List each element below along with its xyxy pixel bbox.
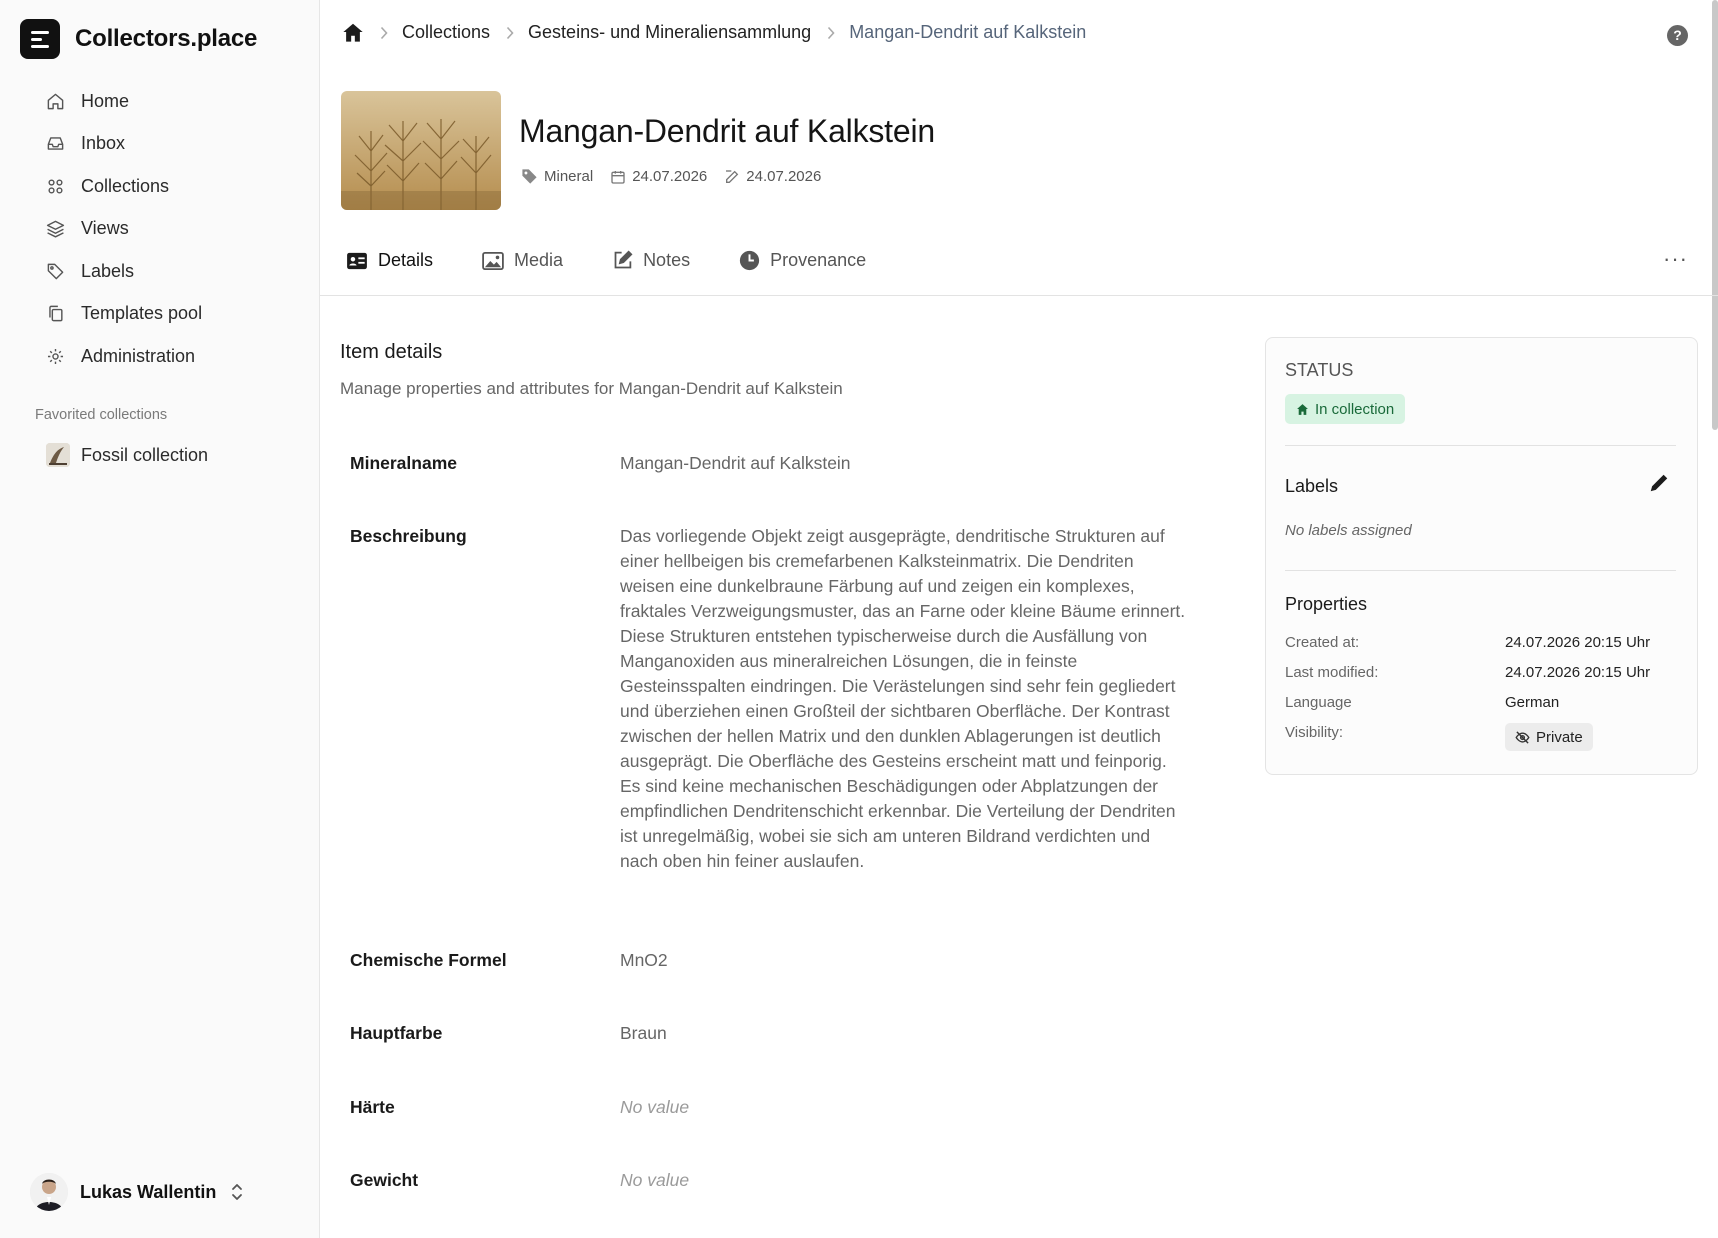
sidebar-item-collections[interactable]: Collections xyxy=(44,165,202,208)
status-badge: In collection xyxy=(1285,394,1406,424)
no-labels-text: No labels assigned xyxy=(1285,522,1412,539)
item-modified-date: 24.07.2026 xyxy=(724,168,821,185)
field-label: Beschreibung xyxy=(350,526,467,546)
field-value[interactable]: MnO2 xyxy=(620,948,1190,973)
home-icon[interactable] xyxy=(342,22,364,43)
home-icon xyxy=(44,90,66,112)
property-key: Language xyxy=(1285,694,1352,711)
chevron-right-icon xyxy=(506,26,514,40)
calendar-icon xyxy=(610,169,632,185)
image-icon xyxy=(482,251,514,270)
chevron-up-down-icon xyxy=(230,1182,244,1202)
item-meta: Mineral 24.07.2026 24.07.2026 xyxy=(521,168,838,185)
favorite-item-fossil-collection[interactable]: Fossil collection xyxy=(46,443,208,467)
field-value[interactable]: Mangan-Dendrit auf Kalkstein xyxy=(620,451,1190,476)
sidebar-item-label: Collections xyxy=(81,175,170,196)
property-value: German xyxy=(1505,694,1560,711)
tag-icon xyxy=(44,260,66,282)
tab-bar: Details Media Notes Provenance xyxy=(346,250,915,271)
field-label: Gewicht xyxy=(350,1170,419,1190)
section-subtitle: Manage properties and attributes for Man… xyxy=(340,379,843,398)
edit-icon xyxy=(612,250,643,271)
gear-icon xyxy=(44,345,66,367)
divider xyxy=(1285,570,1676,571)
user-name: Lukas Wallentin xyxy=(80,1181,217,1202)
help-icon[interactable]: ? xyxy=(1667,25,1688,46)
breadcrumb-link-collections[interactable]: Collections xyxy=(402,22,490,43)
item-type[interactable]: Mineral xyxy=(521,168,593,185)
avatar xyxy=(30,1173,68,1211)
sidebar-item-templates-pool[interactable]: Templates pool xyxy=(44,293,202,336)
chevron-right-icon xyxy=(380,26,388,40)
item-created-date: 24.07.2026 xyxy=(610,168,707,185)
collection-thumbnail xyxy=(46,443,70,467)
properties-heading: Properties xyxy=(1285,594,1368,614)
field-value-empty[interactable]: No value xyxy=(620,1095,1190,1120)
tab-media[interactable]: Media xyxy=(482,250,563,271)
field-value-description[interactable]: Das vorliegende Objekt zeigt ausgeprägte… xyxy=(620,524,1190,874)
sidebar: Collectors.place Home Inbox Collections … xyxy=(0,0,320,1238)
page-title: Mangan-Dendrit auf Kalkstein xyxy=(519,113,935,149)
tab-details[interactable]: Details xyxy=(346,250,433,271)
pencil-icon xyxy=(1648,472,1670,494)
labels-heading: Labels xyxy=(1285,476,1339,496)
sidebar-item-label: Labels xyxy=(81,260,135,281)
sidebar-item-label: Home xyxy=(81,90,130,111)
field-label: Mineralname xyxy=(350,453,457,473)
property-value: 24.07.2026 20:15 Uhr xyxy=(1505,664,1651,681)
inbox-icon xyxy=(44,133,66,155)
breadcrumb-link-collection[interactable]: Gesteins- und Mineraliensammlung xyxy=(528,22,811,43)
edit-labels-button[interactable] xyxy=(1648,472,1670,494)
tab-provenance[interactable]: Provenance xyxy=(739,250,866,271)
field-label: Chemische Formel xyxy=(350,950,507,970)
field-label: Hauptfarbe xyxy=(350,1023,443,1043)
field-value-empty[interactable]: No value xyxy=(620,1168,1190,1193)
sidebar-item-label: Views xyxy=(81,218,129,239)
sidebar-item-home[interactable]: Home xyxy=(44,80,202,123)
breadcrumb: Collections Gesteins- und Mineraliensamm… xyxy=(342,22,1086,43)
sidebar-item-inbox[interactable]: Inbox xyxy=(44,123,202,166)
app-name: Collectors.place xyxy=(75,25,258,52)
sidebar-item-label: Administration xyxy=(81,345,196,366)
id-card-icon xyxy=(346,252,378,270)
more-options-button[interactable]: ··· xyxy=(1663,246,1688,272)
status-heading: STATUS xyxy=(1285,360,1354,380)
tab-notes[interactable]: Notes xyxy=(612,250,690,271)
field-label: Härte xyxy=(350,1097,395,1117)
sidebar-item-views[interactable]: Views xyxy=(44,208,202,251)
status-card: STATUS In collection Labels No labels as… xyxy=(1265,337,1698,775)
copy-icon xyxy=(44,303,66,325)
brand[interactable]: Collectors.place xyxy=(20,19,257,59)
visibility-badge[interactable]: Private xyxy=(1505,723,1593,751)
home-icon xyxy=(1296,403,1315,416)
field-value[interactable]: Braun xyxy=(620,1021,1190,1046)
clock-icon xyxy=(739,250,770,271)
section-title: Item details xyxy=(340,341,443,363)
breadcrumb-current: Mangan-Dendrit auf Kalkstein xyxy=(849,22,1087,42)
divider xyxy=(1285,445,1676,446)
user-menu[interactable]: Lukas Wallentin xyxy=(30,1173,244,1211)
property-key: Created at: xyxy=(1285,634,1360,651)
sidebar-item-label: Templates pool xyxy=(81,303,203,324)
app-logo-icon xyxy=(20,19,60,59)
scrollbar[interactable] xyxy=(1712,0,1718,430)
property-key: Last modified: xyxy=(1285,664,1379,681)
tabs-divider xyxy=(320,295,1718,296)
main-content: Collections Gesteins- und Mineraliensamm… xyxy=(320,0,1718,1238)
item-image[interactable] xyxy=(341,91,501,210)
edit-icon xyxy=(724,169,746,185)
eye-off-icon xyxy=(1515,730,1536,745)
favorites-heading: Favorited collections xyxy=(35,407,168,423)
sidebar-nav: Home Inbox Collections Views Labels Temp… xyxy=(44,80,202,378)
property-value: 24.07.2026 20:15 Uhr xyxy=(1505,634,1651,651)
tag-icon xyxy=(521,168,544,185)
layers-icon xyxy=(44,218,66,240)
favorite-item-label: Fossil collection xyxy=(81,444,209,465)
sidebar-item-label: Inbox xyxy=(81,133,126,154)
sidebar-item-administration[interactable]: Administration xyxy=(44,335,202,378)
chevron-right-icon xyxy=(827,26,835,40)
property-key: Visibility: xyxy=(1285,724,1344,741)
sidebar-item-labels[interactable]: Labels xyxy=(44,250,202,293)
grid-icon xyxy=(44,175,66,197)
